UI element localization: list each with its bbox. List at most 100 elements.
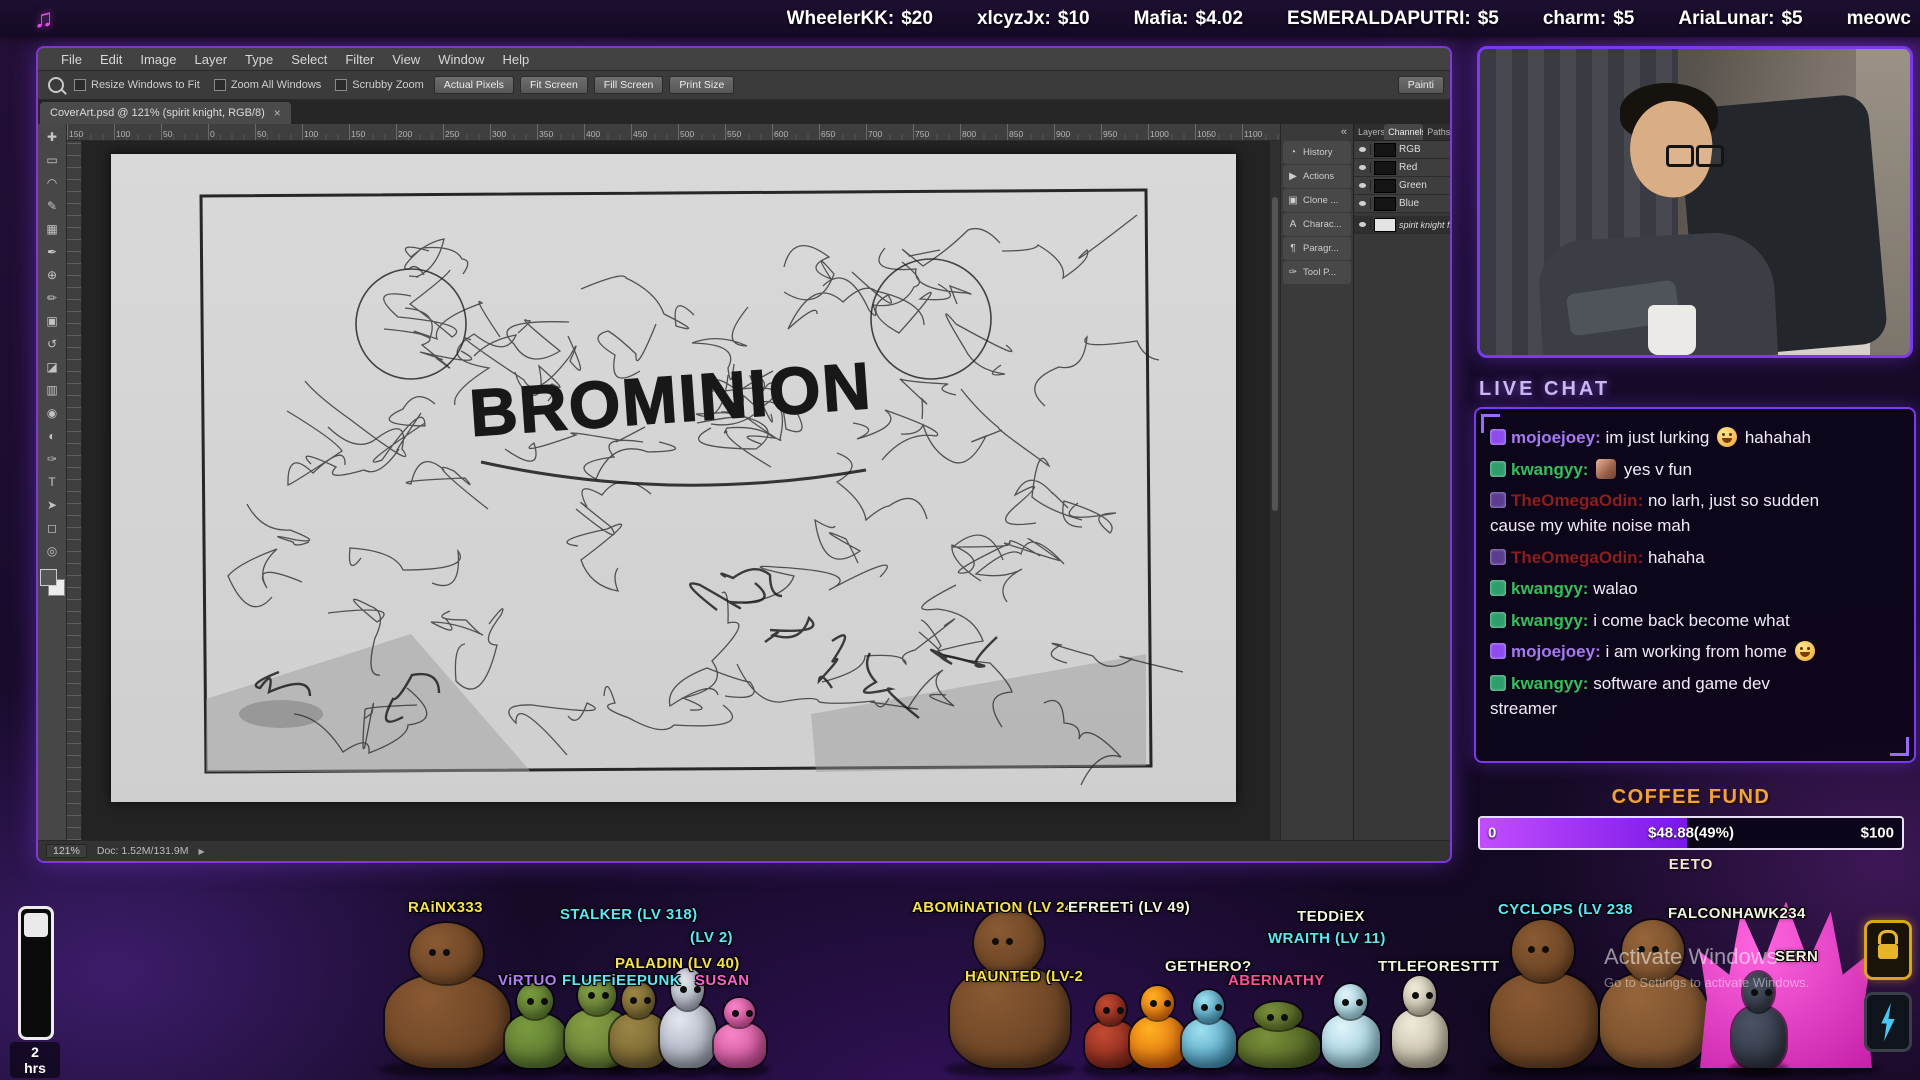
menu-item[interactable]: Select xyxy=(282,52,336,67)
workspace-button[interactable]: Painti xyxy=(1398,76,1444,94)
canvas-scrollbar[interactable] xyxy=(1270,141,1280,840)
chat-username[interactable]: TheOmegaOdin: xyxy=(1511,491,1648,510)
quick-selection-tool[interactable]: ✎ xyxy=(40,195,64,218)
watermark-line2: Go to Settings to activate Windows. xyxy=(1604,975,1809,990)
zoom-level[interactable]: 121% xyxy=(46,844,87,858)
clone-stamp-tool[interactable]: ▣ xyxy=(40,310,64,333)
chat-username[interactable]: kwangyy: xyxy=(1511,460,1593,479)
blur-tool[interactable]: ◉ xyxy=(40,402,64,425)
donor-entry: charm:$5 xyxy=(1543,8,1635,30)
menu-item[interactable]: Layer xyxy=(186,52,237,67)
move-tool[interactable]: ✚ xyxy=(40,126,64,149)
chat-username[interactable]: mojoejoey: xyxy=(1511,428,1605,447)
healing-brush-tool[interactable]: ⊕ xyxy=(40,264,64,287)
canvas-pasteboard[interactable]: BROMINION xyxy=(67,141,1280,840)
collapse-panels-icon[interactable]: « xyxy=(1281,126,1353,140)
eyedropper-tool[interactable]: ✒ xyxy=(40,241,64,264)
options-button[interactable]: Print Size xyxy=(669,76,734,94)
chat-username[interactable]: kwangyy: xyxy=(1511,579,1593,598)
menu-item[interactable]: Edit xyxy=(91,52,131,67)
document-tab[interactable]: CoverArt.psd @ 121% (spirit knight, RGB/… xyxy=(40,102,291,124)
panel-button-history[interactable]: ◔ History xyxy=(1283,141,1351,164)
ruler-tick-label: 800 xyxy=(960,128,1007,139)
menu-item[interactable]: View xyxy=(383,52,429,67)
panel-tab[interactable]: Channels xyxy=(1384,124,1423,140)
glasses xyxy=(1666,145,1722,165)
panel-tab[interactable]: Paths xyxy=(1423,124,1450,140)
sketch-title-text: BROMINION xyxy=(467,348,874,450)
active-zoom-tool-icon[interactable] xyxy=(48,77,64,93)
channel-row[interactable]: Red xyxy=(1354,159,1450,177)
document-canvas[interactable]: BROMINION xyxy=(111,154,1236,802)
eraser-tool[interactable]: ◪ xyxy=(40,356,64,379)
gold-lock-icon[interactable] xyxy=(1864,920,1912,980)
panel-button-label: Tool P... xyxy=(1303,267,1336,278)
chat-username[interactable]: mojoejoey: xyxy=(1511,642,1605,661)
shape-tool[interactable]: ◻ xyxy=(40,517,64,540)
option-checkbox[interactable]: Resize Windows to Fit xyxy=(74,79,200,91)
tab-close-icon[interactable]: × xyxy=(274,106,281,120)
visibility-eye-icon[interactable] xyxy=(1356,162,1371,173)
dodge-tool[interactable]: ◐ xyxy=(40,425,64,448)
checkbox-icon[interactable] xyxy=(74,79,86,91)
menu-item[interactable]: File xyxy=(52,52,91,67)
options-button[interactable]: Actual Pixels xyxy=(434,76,514,94)
channel-row[interactable]: Green xyxy=(1354,177,1450,195)
history-brush-tool[interactable]: ↺ xyxy=(40,333,64,356)
options-button[interactable]: Fill Screen xyxy=(594,76,664,94)
zoom-tool[interactable]: ◎ xyxy=(40,540,64,563)
option-checkbox[interactable]: Zoom All Windows xyxy=(214,79,321,91)
visibility-eye-icon[interactable] xyxy=(1356,144,1371,155)
channel-row[interactable]: Blue xyxy=(1354,195,1450,213)
menu-item[interactable]: Window xyxy=(429,52,493,67)
menu-item[interactable]: Type xyxy=(236,52,282,67)
chat-text: i come back become what xyxy=(1593,611,1790,630)
checkbox-icon[interactable] xyxy=(335,79,347,91)
panel-tab[interactable]: Layers xyxy=(1354,124,1384,140)
type-tool[interactable]: T xyxy=(40,471,64,494)
crop-tool[interactable]: ▦ xyxy=(40,218,64,241)
energy-bolt-icon[interactable] xyxy=(1864,992,1912,1052)
checkbox-icon[interactable] xyxy=(214,79,226,91)
channel-label: Red xyxy=(1399,162,1417,173)
windows-activation-watermark: Activate Windows Go to Settings to activ… xyxy=(1604,944,1809,990)
live-chat-panel[interactable]: mojoejoey: im just lurking hahahah kwangy… xyxy=(1474,407,1916,763)
panel-button-paragraph[interactable]: ¶ Paragr... xyxy=(1283,237,1351,260)
panel-button-clone-source[interactable]: ▣ Clone ... xyxy=(1283,189,1351,212)
option-checkbox[interactable]: Scrubby Zoom xyxy=(335,79,424,91)
panel-tabs: LayersChannelsPaths xyxy=(1354,124,1450,141)
panel-button-character[interactable]: A Charac... xyxy=(1283,213,1351,236)
layer-row[interactable]: spirit knight fi... xyxy=(1354,216,1450,234)
menu-item[interactable]: Filter xyxy=(336,52,383,67)
music-note-icon[interactable]: ♫ xyxy=(34,3,54,34)
chat-message: mojoejoey: im just lurking hahahah xyxy=(1490,426,1900,451)
lasso-tool[interactable]: ◠ xyxy=(40,172,64,195)
gradient-tool[interactable]: ▥ xyxy=(40,379,64,402)
marquee-tool[interactable]: ▭ xyxy=(40,149,64,172)
path-selection-tool[interactable]: ➤ xyxy=(40,494,64,517)
channel-row[interactable]: RGB xyxy=(1354,141,1450,159)
panel-button-actions[interactable]: ▶ Actions xyxy=(1283,165,1351,188)
chat-corner-decoration xyxy=(1890,737,1909,756)
visibility-eye-icon[interactable] xyxy=(1356,198,1371,209)
brush-tool[interactable]: ✏ xyxy=(40,287,64,310)
donor-name: Mafia: xyxy=(1134,8,1189,29)
chat-username[interactable]: kwangyy: xyxy=(1511,674,1593,693)
status-arrow-icon[interactable]: ▶ xyxy=(199,847,205,856)
toolbar: ✚▭◠✎▦✒⊕✏▣↺◪▥◉◐✑T➤◻◎ xyxy=(38,124,67,840)
panel-button-tool-presets[interactable]: ✑ Tool P... xyxy=(1283,261,1351,284)
options-button[interactable]: Fit Screen xyxy=(520,76,588,94)
menu-item[interactable]: Help xyxy=(493,52,538,67)
menu-item[interactable]: Image xyxy=(131,52,185,67)
visibility-eye-icon[interactable] xyxy=(1356,180,1371,191)
pen-tool[interactable]: ✑ xyxy=(40,448,64,471)
visibility-eye-icon[interactable] xyxy=(1356,219,1371,230)
chat-messages: mojoejoey: im just lurking hahahah kwangy… xyxy=(1490,426,1900,721)
foreground-color-swatch[interactable] xyxy=(40,569,57,586)
channel-thumbnail xyxy=(1374,179,1396,193)
chat-emote-grin-icon xyxy=(1717,427,1737,447)
color-swatches[interactable] xyxy=(39,569,65,603)
chat-username[interactable]: kwangyy: xyxy=(1511,611,1593,630)
chat-text: yes v fun xyxy=(1619,460,1692,479)
chat-username[interactable]: TheOmegaOdin: xyxy=(1511,548,1648,567)
